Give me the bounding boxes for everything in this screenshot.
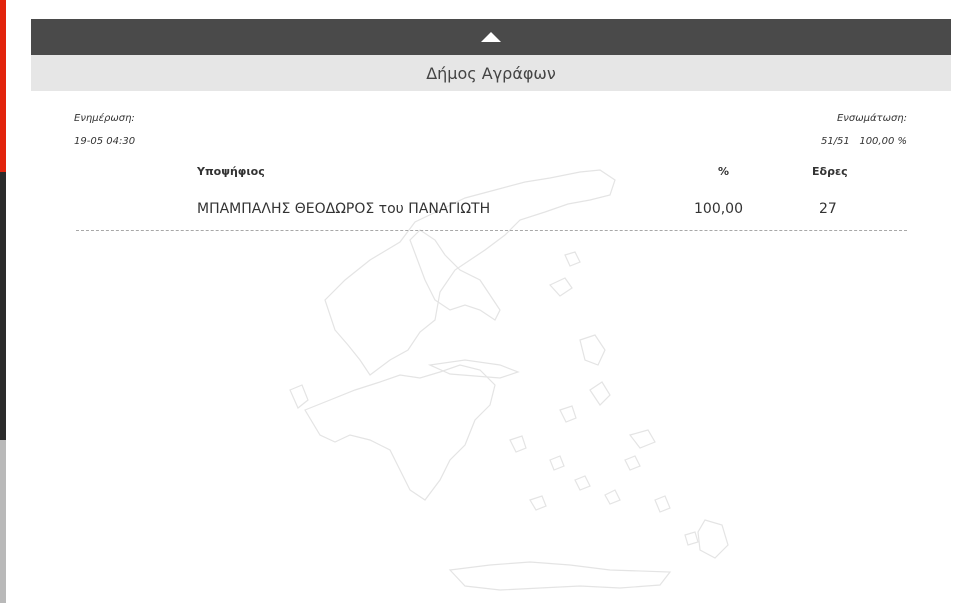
column-header-percent: % bbox=[718, 165, 730, 178]
collapse-toggle-button[interactable] bbox=[31, 19, 951, 55]
candidate-seats: 27 bbox=[819, 201, 837, 217]
arrow-up-icon[interactable] bbox=[481, 32, 501, 42]
candidate-percent: 100,00 bbox=[694, 201, 743, 217]
integration-label: Ενσωμάτωση: bbox=[836, 113, 907, 124]
greece-map-icon bbox=[289, 169, 729, 591]
update-value: 19-05 04:30 bbox=[74, 136, 136, 147]
row-divider bbox=[76, 230, 907, 231]
results-page: Δήμος Αγράφων Ενημέρωση: 19-05 04:30 Ενσ… bbox=[0, 0, 971, 603]
integration-value: 51/51 100,00 % bbox=[821, 136, 907, 147]
column-header-candidate: Υποψήφιος bbox=[197, 165, 265, 178]
integration-count: 51/51 bbox=[820, 136, 850, 147]
sidebar-accent-dark bbox=[0, 172, 6, 440]
sidebar-accent-red bbox=[0, 0, 6, 172]
municipality-title: Δήμος Αγράφων bbox=[31, 55, 951, 91]
candidate-name: ΜΠΑΜΠΑΛΗΣ ΘΕΟΔΩΡΟΣ του ΠΑΝΑΓΙΩΤΗ bbox=[197, 201, 491, 217]
update-label: Ενημέρωση: bbox=[74, 113, 135, 124]
sidebar-accent-grey bbox=[0, 440, 6, 603]
integration-percent: 100,00 % bbox=[859, 136, 907, 147]
column-header-seats: Εδρες bbox=[812, 165, 848, 178]
